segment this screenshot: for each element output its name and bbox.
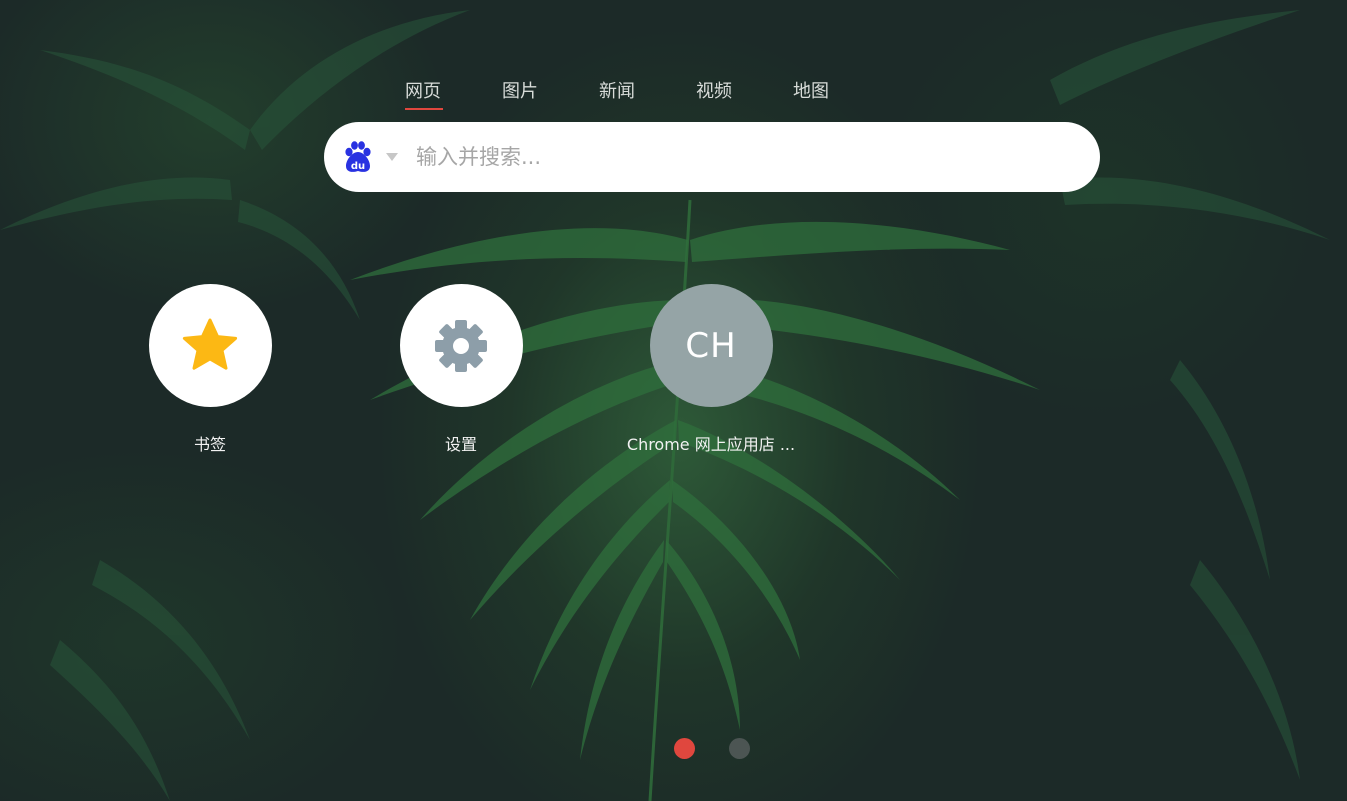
page-indicator bbox=[674, 738, 750, 759]
search-engine-selector[interactable]: du bbox=[342, 140, 398, 174]
tab-maps[interactable]: 地图 bbox=[793, 80, 890, 104]
shortcut-icon-circle bbox=[399, 284, 523, 407]
shortcut-label: 书签 bbox=[193, 435, 226, 454]
page-dot[interactable] bbox=[729, 738, 750, 759]
star-icon bbox=[182, 318, 238, 370]
search-type-tabs: 网页 图片 新闻 视频 地图 bbox=[405, 80, 890, 110]
search-input[interactable] bbox=[414, 144, 1058, 170]
tab-images[interactable]: 图片 bbox=[502, 80, 599, 104]
shortcut-settings[interactable]: 设置 bbox=[371, 284, 551, 455]
gear-icon bbox=[435, 319, 487, 372]
search-bar: du bbox=[324, 122, 1100, 192]
shortcut-chrome-web-store[interactable]: CH Chrome 网上应用店 ... bbox=[621, 284, 801, 455]
baidu-paw-icon: du bbox=[345, 141, 371, 172]
shortcut-icon-circle: CH bbox=[649, 284, 773, 407]
shortcut-label: Chrome 网上应用店 ... bbox=[626, 435, 796, 454]
page-dot-active[interactable] bbox=[674, 738, 695, 759]
shortcut-initials: CH bbox=[685, 325, 737, 366]
chevron-down-icon bbox=[386, 153, 398, 161]
svg-text:du: du bbox=[351, 161, 365, 172]
tab-webpage[interactable]: 网页 bbox=[405, 80, 502, 110]
tab-videos[interactable]: 视频 bbox=[696, 80, 793, 104]
shortcut-icon-circle bbox=[148, 284, 272, 407]
shortcut-label: 设置 bbox=[444, 435, 477, 454]
shortcut-bookmarks[interactable]: 书签 bbox=[120, 284, 300, 455]
tab-news[interactable]: 新闻 bbox=[599, 80, 696, 104]
